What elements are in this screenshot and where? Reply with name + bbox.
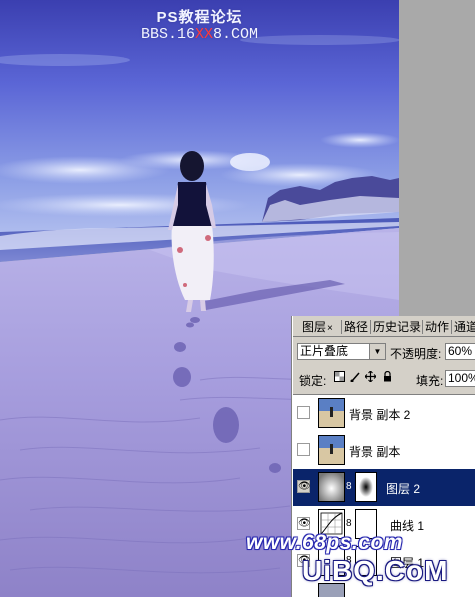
tab-history[interactable]: 历史记录 (373, 318, 421, 336)
link-icon: 8 (346, 518, 352, 529)
tab-layers[interactable]: 图层× (302, 318, 333, 336)
lock-label: 锁定: (299, 374, 327, 388)
close-icon[interactable]: × (327, 323, 333, 334)
layer-name[interactable]: 背景 副本 (349, 443, 400, 460)
layer-row[interactable]: 背景 副本 (293, 432, 475, 470)
blend-mode-select[interactable]: 正片叠底 ▼ (297, 343, 386, 360)
tab-divider (370, 320, 371, 334)
workspace-background (399, 0, 475, 316)
tab-channels[interactable]: 通道 (454, 318, 475, 336)
tab-actions[interactable]: 动作 (425, 318, 449, 336)
lock-transparency-icon[interactable] (333, 371, 345, 383)
opacity-label: 不透明度: (390, 347, 442, 361)
lock-position-icon[interactable] (364, 370, 376, 383)
blend-mode-value: 正片叠底 (300, 344, 349, 358)
tab-divider (451, 320, 452, 334)
layer-thumbnail (318, 435, 345, 465)
layer-thumbnail (318, 398, 345, 428)
tab-divider (422, 320, 423, 334)
eye-icon[interactable]: 👁 (297, 480, 311, 493)
opacity-input[interactable]: 60% (445, 343, 475, 360)
watermark-site: www.68ps.com (246, 531, 403, 554)
layer-row[interactable]: 背景 副本 2 (293, 395, 475, 433)
watermark-logo: UiBQ.CoM (302, 555, 449, 586)
layer-name[interactable]: 图层 2 (386, 480, 420, 497)
visibility-toggle[interactable] (297, 443, 310, 456)
eye-icon[interactable]: 👁 (297, 517, 311, 530)
watermark-url: BBS.16XX8.COM (140, 26, 259, 43)
layer-row-selected[interactable]: 👁 8 图层 2 (293, 469, 475, 507)
fill-input[interactable]: 100% (445, 370, 475, 387)
layer-name[interactable]: 背景 副本 2 (349, 406, 410, 423)
lock-all-icon[interactable] (381, 370, 393, 383)
tab-paths[interactable]: 路径 (344, 318, 368, 336)
lock-image-pixels-icon[interactable] (349, 371, 361, 383)
visibility-toggle[interactable] (297, 406, 310, 419)
fill-label: 填充: (416, 374, 444, 388)
link-icon: 8 (346, 481, 352, 492)
layer-mask-thumbnail[interactable] (355, 472, 377, 502)
watermark-title: PS教程论坛 (156, 9, 243, 26)
tab-divider (341, 320, 342, 334)
chevron-down-icon[interactable]: ▼ (369, 344, 385, 359)
panel-tabs: 图层× 路径 历史记录 动作 通道 (293, 316, 475, 337)
layer-thumbnail (318, 472, 345, 502)
